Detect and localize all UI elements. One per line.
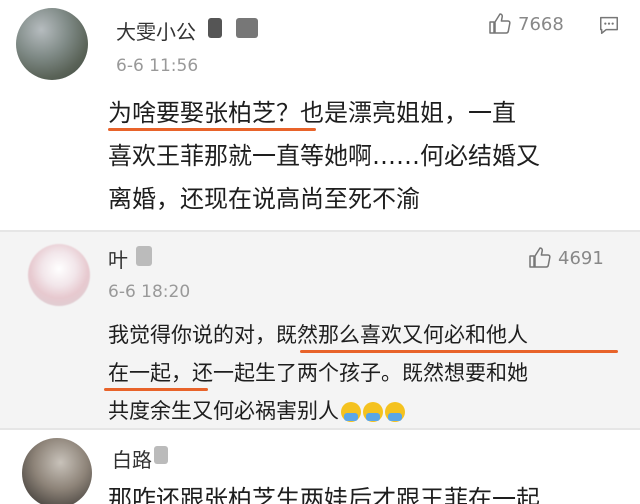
timestamp: 6-6 18:20	[108, 282, 191, 302]
like-button[interactable]: 7668	[488, 12, 564, 36]
comment-text-line: 在一起，还一起生了两个孩子。既然想要和她	[108, 361, 528, 385]
redacted-block	[136, 246, 152, 266]
redacted-block	[154, 446, 168, 464]
comment-item-2: 叶 6-6 18:20 4691 我觉得你说的对，既然那么喜欢又何必和他人 在一…	[0, 232, 640, 428]
comment-text-line: 那咋还跟张柏芝生两娃后才跟王菲在一起	[108, 485, 540, 504]
avatar[interactable]	[28, 244, 90, 306]
thumbs-up-icon	[489, 13, 511, 34]
highlight-underline	[108, 128, 316, 131]
emoji-icon	[341, 402, 361, 422]
like-button[interactable]: 4691	[528, 246, 604, 270]
redacted-block	[208, 18, 222, 38]
avatar[interactable]	[16, 8, 88, 80]
highlight-underline	[300, 350, 618, 353]
username[interactable]: 叶	[108, 244, 128, 273]
like-count: 7668	[518, 13, 564, 35]
redacted-block	[236, 18, 258, 38]
username[interactable]: 白路	[112, 444, 152, 473]
comment-text-line: 我觉得你说的对，既然那么喜欢又何必和他人	[108, 323, 528, 347]
emoji-icon	[363, 402, 383, 422]
like-count: 4691	[558, 247, 604, 269]
highlight-underline	[104, 388, 208, 391]
comment-text-line: 喜欢王菲那就一直等她啊……何必结婚又	[108, 142, 540, 170]
username[interactable]: 大雯小公	[116, 16, 196, 45]
comment-item-1: 大雯小公 6-6 11:56 7668 为啥要娶张柏芝？也是漂亮姐姐，一直 喜欢…	[0, 0, 640, 230]
comment-item-3: 白路 那咋还跟张柏芝生两娃后才跟王菲在一起	[0, 430, 640, 504]
emoji-icon	[385, 402, 405, 422]
comment-text: 共度余生又何必祸害别人	[108, 399, 339, 423]
comment-text-line: 离婚，还现在说高尚至死不渝	[108, 185, 420, 213]
comment-text-line-with-emoji: 共度余生又何必祸害别人	[108, 392, 405, 430]
thumbs-up-icon	[529, 247, 551, 268]
reply-icon[interactable]	[598, 14, 620, 36]
avatar[interactable]	[22, 438, 92, 504]
timestamp: 6-6 11:56	[116, 56, 199, 76]
